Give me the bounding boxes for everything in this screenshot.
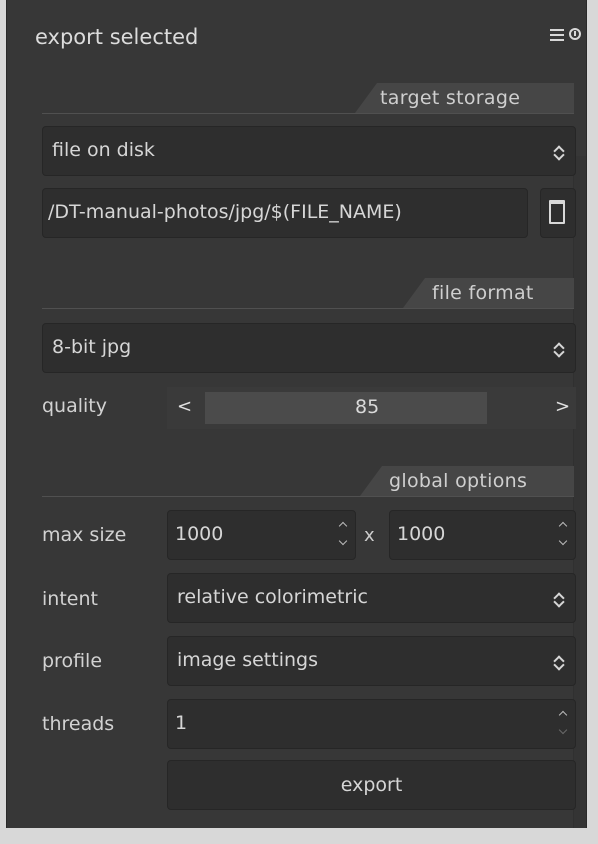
up-down-chevron-icon	[553, 144, 565, 160]
section-title-target-storage: target storage	[380, 87, 521, 109]
quality-increment-arrow[interactable]: >	[555, 396, 570, 417]
module-title: export selected	[35, 25, 199, 49]
hamburger-icon[interactable]	[550, 29, 564, 42]
format-select[interactable]: 8-bit jpg	[42, 323, 576, 373]
folder-icon	[549, 200, 565, 224]
max-height-stepper[interactable]	[558, 519, 569, 551]
quality-slider-fill	[205, 392, 487, 424]
storage-select[interactable]: file on disk	[42, 126, 576, 176]
chevron-up-icon[interactable]	[558, 521, 568, 531]
intent-select-value: relative colorimetric	[177, 586, 368, 608]
section-divider	[42, 496, 574, 497]
max-height-input[interactable]: 1000	[389, 510, 576, 560]
section-title-file-format: file format	[432, 282, 534, 304]
chevron-down-icon[interactable]	[558, 725, 568, 735]
threads-value: 1	[175, 712, 188, 734]
threads-label: threads	[42, 713, 115, 735]
max-height-value: 1000	[397, 523, 446, 545]
threads-stepper[interactable]	[558, 708, 569, 740]
power-icon[interactable]	[569, 28, 581, 40]
quality-label: quality	[42, 395, 107, 417]
chevron-down-icon[interactable]	[338, 536, 348, 546]
max-width-input[interactable]: 1000	[167, 510, 356, 560]
max-width-value: 1000	[175, 523, 224, 545]
profile-label: profile	[42, 650, 103, 672]
chevron-up-icon[interactable]	[338, 521, 348, 531]
chevron-up-icon[interactable]	[558, 710, 568, 720]
format-select-value: 8-bit jpg	[52, 336, 132, 358]
export-path-field[interactable]: /DT-manual-photos/jpg/$(FILE_NAME)	[42, 188, 528, 238]
up-down-chevron-icon	[553, 591, 565, 607]
section-divider	[42, 308, 574, 309]
size-separator: x	[364, 525, 375, 546]
section-title-global-options: global options	[389, 470, 528, 492]
chevron-down-icon[interactable]	[558, 536, 568, 546]
profile-select[interactable]: image settings	[167, 636, 576, 686]
export-module-panel: export selected target storage file on d…	[6, 0, 587, 828]
quality-decrement-arrow[interactable]: <	[177, 396, 192, 417]
threads-input[interactable]: 1	[167, 699, 576, 749]
quality-value: 85	[355, 396, 380, 418]
select-directory-button[interactable]	[540, 188, 576, 238]
up-down-chevron-icon	[553, 341, 565, 357]
max-width-stepper[interactable]	[338, 519, 349, 551]
storage-select-value: file on disk	[52, 139, 155, 161]
profile-select-value: image settings	[177, 649, 318, 671]
quality-slider[interactable]: < 85 >	[167, 387, 576, 429]
export-button[interactable]: export	[167, 760, 576, 810]
export-path-value: /DT-manual-photos/jpg/$(FILE_NAME)	[48, 201, 402, 223]
section-divider	[42, 113, 574, 114]
up-down-chevron-icon	[553, 654, 565, 670]
intent-label: intent	[42, 588, 98, 610]
max-size-label: max size	[42, 524, 127, 546]
intent-select[interactable]: relative colorimetric	[167, 573, 576, 623]
